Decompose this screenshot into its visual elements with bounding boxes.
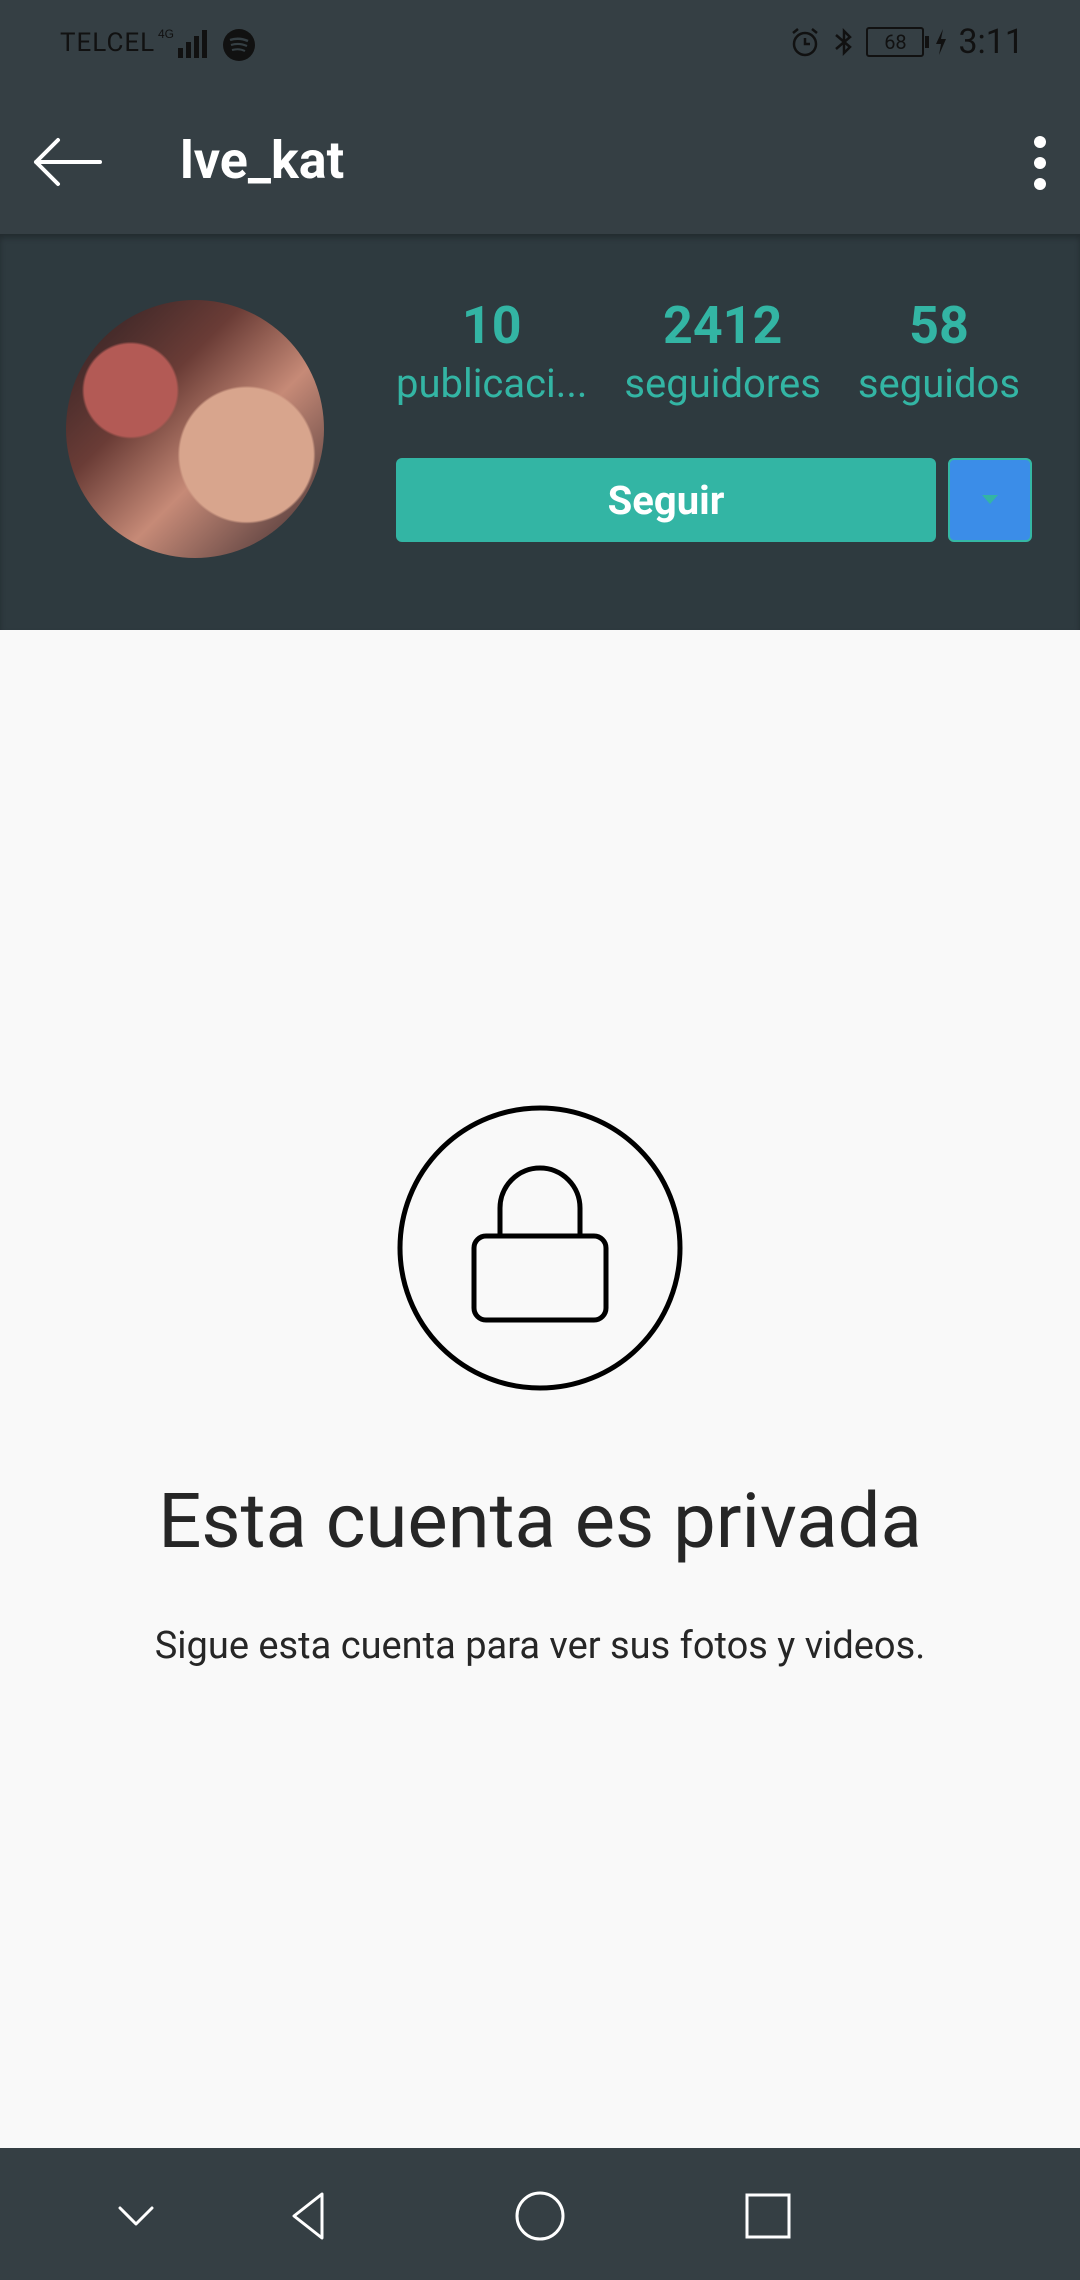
stat-following-value: 58	[909, 295, 969, 356]
stat-posts-label: publicaci...	[396, 360, 588, 407]
profile-header: 10 publicaci... 2412 seguidores 58 segui…	[0, 234, 1080, 630]
caret-down-icon	[982, 495, 998, 504]
svg-text:4G: 4G	[158, 27, 174, 41]
carrier-name: TELCEL	[60, 28, 156, 58]
bluetooth-icon	[835, 27, 853, 57]
stat-followers[interactable]: 2412 seguidores	[624, 294, 821, 410]
stat-following[interactable]: 58 seguidos	[858, 294, 1020, 410]
signal-icon: 4G	[158, 27, 207, 58]
system-nav-bar	[0, 2148, 1080, 2280]
status-icons: 68 3:11	[788, 22, 1024, 62]
profile-username: lve_kat	[180, 130, 345, 191]
app-bar: lve_kat	[0, 90, 1080, 234]
back-triangle-icon[interactable]	[282, 2188, 338, 2244]
more-options-icon[interactable]	[1000, 128, 1060, 198]
stat-followers-value: 2412	[662, 295, 783, 356]
stat-followers-label: seguidores	[624, 360, 821, 407]
clock: 3:11	[958, 22, 1024, 62]
back-arrow-icon[interactable]	[28, 126, 108, 198]
stat-posts[interactable]: 10 publicaci...	[396, 294, 587, 410]
spotify-icon	[223, 29, 255, 61]
profile-stats: 10 publicaci... 2412 seguidores 58 segui…	[396, 294, 1020, 410]
stat-posts-value: 10	[461, 295, 522, 356]
stat-following-label: seguidos	[857, 360, 1020, 407]
suggestions-dropdown-button[interactable]	[948, 458, 1032, 542]
follow-button[interactable]: Seguir	[396, 458, 936, 542]
battery-indicator: 68	[866, 27, 930, 57]
charging-icon	[936, 29, 947, 55]
private-account-subtitle: Sigue esta cuenta para ver sus fotos y v…	[154, 1624, 926, 1668]
status-bar: TELCEL 4G 68 3:11	[0, 0, 1080, 90]
chevron-down-icon[interactable]	[108, 2188, 164, 2244]
recents-square-icon[interactable]	[740, 2188, 796, 2244]
avatar[interactable]	[66, 300, 324, 558]
private-account-title: Esta cuenta es privada	[158, 1476, 922, 1566]
lock-icon	[397, 1105, 683, 1391]
alarm-icon	[792, 28, 819, 57]
home-circle-icon[interactable]	[512, 2188, 568, 2244]
